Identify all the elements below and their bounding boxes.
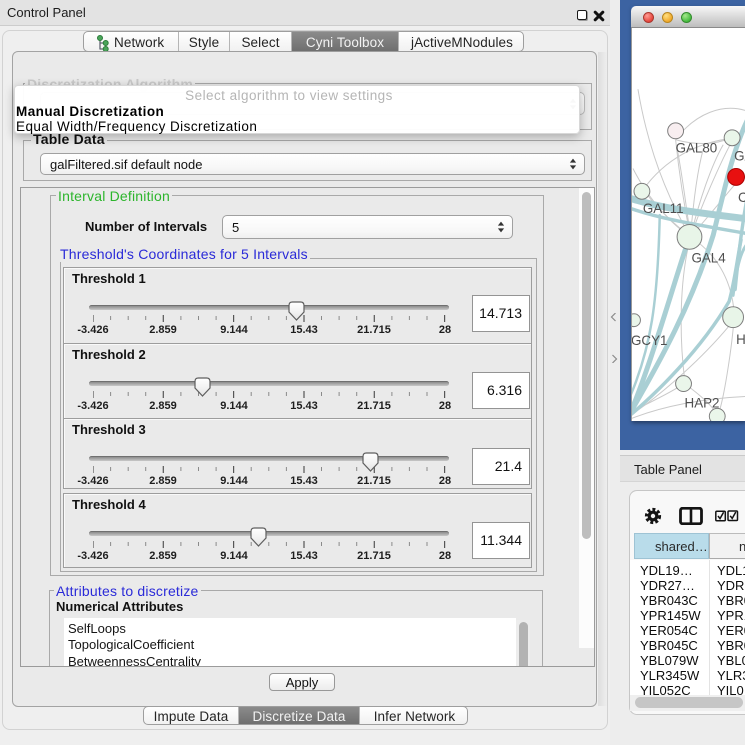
svg-text:GAL80: GAL80 [676, 141, 718, 156]
svg-text:GCY1: GCY1 [631, 333, 667, 348]
svg-text:C: C [738, 190, 745, 205]
svg-text:GAL11: GAL11 [643, 201, 684, 216]
svg-text:H: H [736, 332, 745, 347]
svg-text:HAP2: HAP2 [685, 395, 720, 410]
svg-text:GAL4: GAL4 [691, 251, 726, 266]
svg-text:GA: GA [734, 149, 745, 164]
